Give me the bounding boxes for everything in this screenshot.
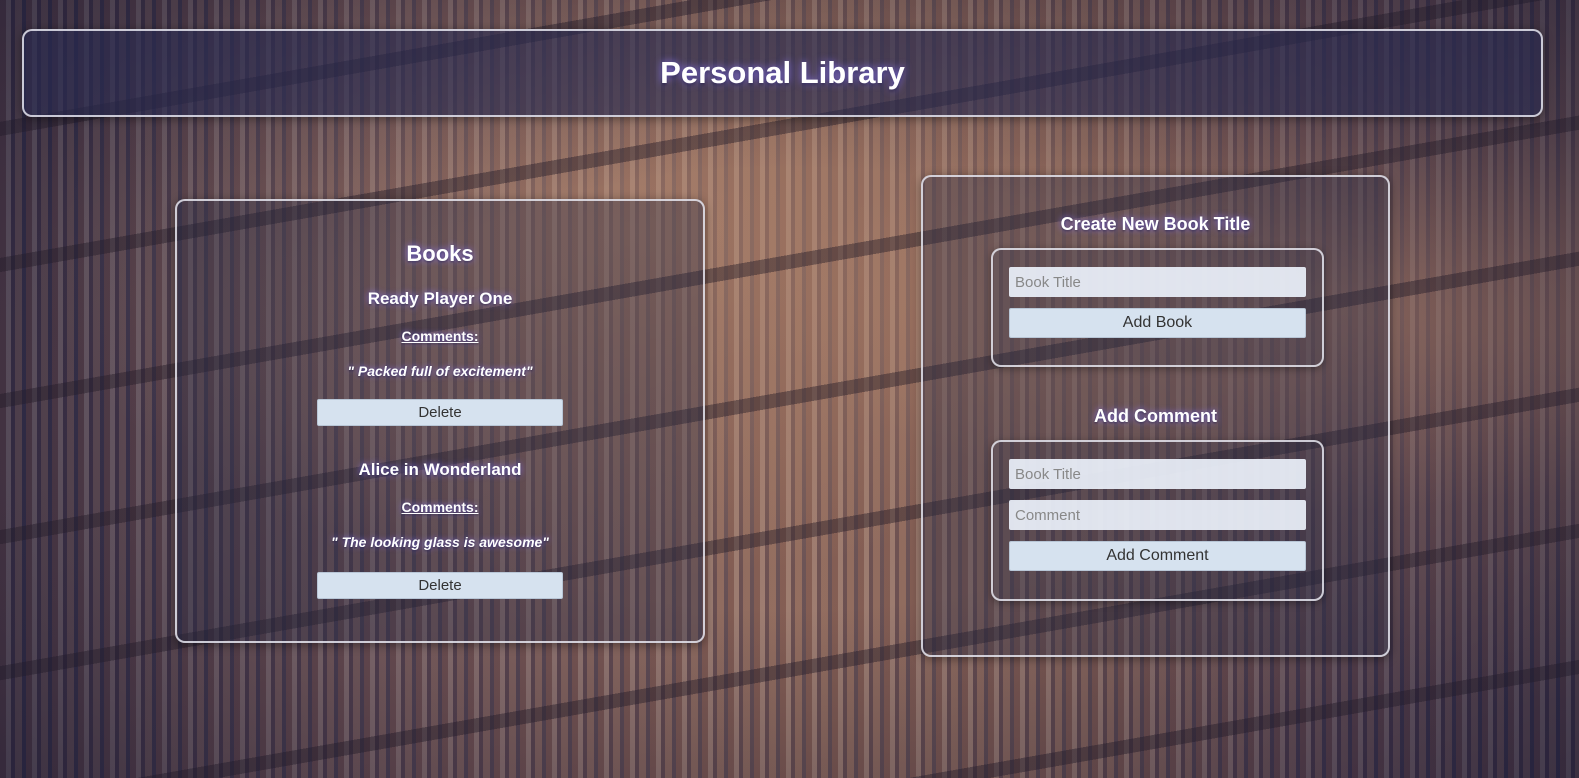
delete-book-button[interactable]: Delete: [317, 399, 563, 426]
book-item: Alice in Wonderland Comments: " The look…: [177, 460, 703, 599]
comment-book-title-input[interactable]: [1009, 459, 1306, 489]
books-heading: Books: [406, 241, 474, 266]
delete-book-button[interactable]: Delete: [317, 572, 563, 599]
book-comment: " The looking glass is awesome": [331, 534, 549, 550]
book-title: Alice in Wonderland: [358, 460, 522, 479]
add-comment-form: Add Comment: [991, 440, 1324, 601]
new-book-title-input[interactable]: [1009, 267, 1306, 297]
page-header: Personal Library: [22, 29, 1543, 117]
create-book-heading: Create New Book Title: [1060, 214, 1251, 234]
forms-panel: Create New Book Title Add Book Add Comme…: [921, 175, 1390, 657]
comments-label: Comments:: [401, 328, 479, 344]
comments-label: Comments:: [401, 499, 479, 515]
create-book-form: Add Book: [991, 248, 1324, 367]
book-item: Ready Player One Comments: " Packed full…: [177, 289, 703, 426]
add-comment-button[interactable]: Add Comment: [1009, 541, 1306, 571]
page-title: Personal Library: [660, 55, 905, 90]
book-title: Ready Player One: [367, 289, 513, 308]
add-book-button[interactable]: Add Book: [1009, 308, 1306, 338]
comment-input[interactable]: [1009, 500, 1306, 530]
book-comment: " Packed full of excitement": [347, 363, 533, 379]
books-panel: Books Ready Player One Comments: " Packe…: [175, 199, 705, 643]
add-comment-heading: Add Comment: [1094, 406, 1217, 426]
